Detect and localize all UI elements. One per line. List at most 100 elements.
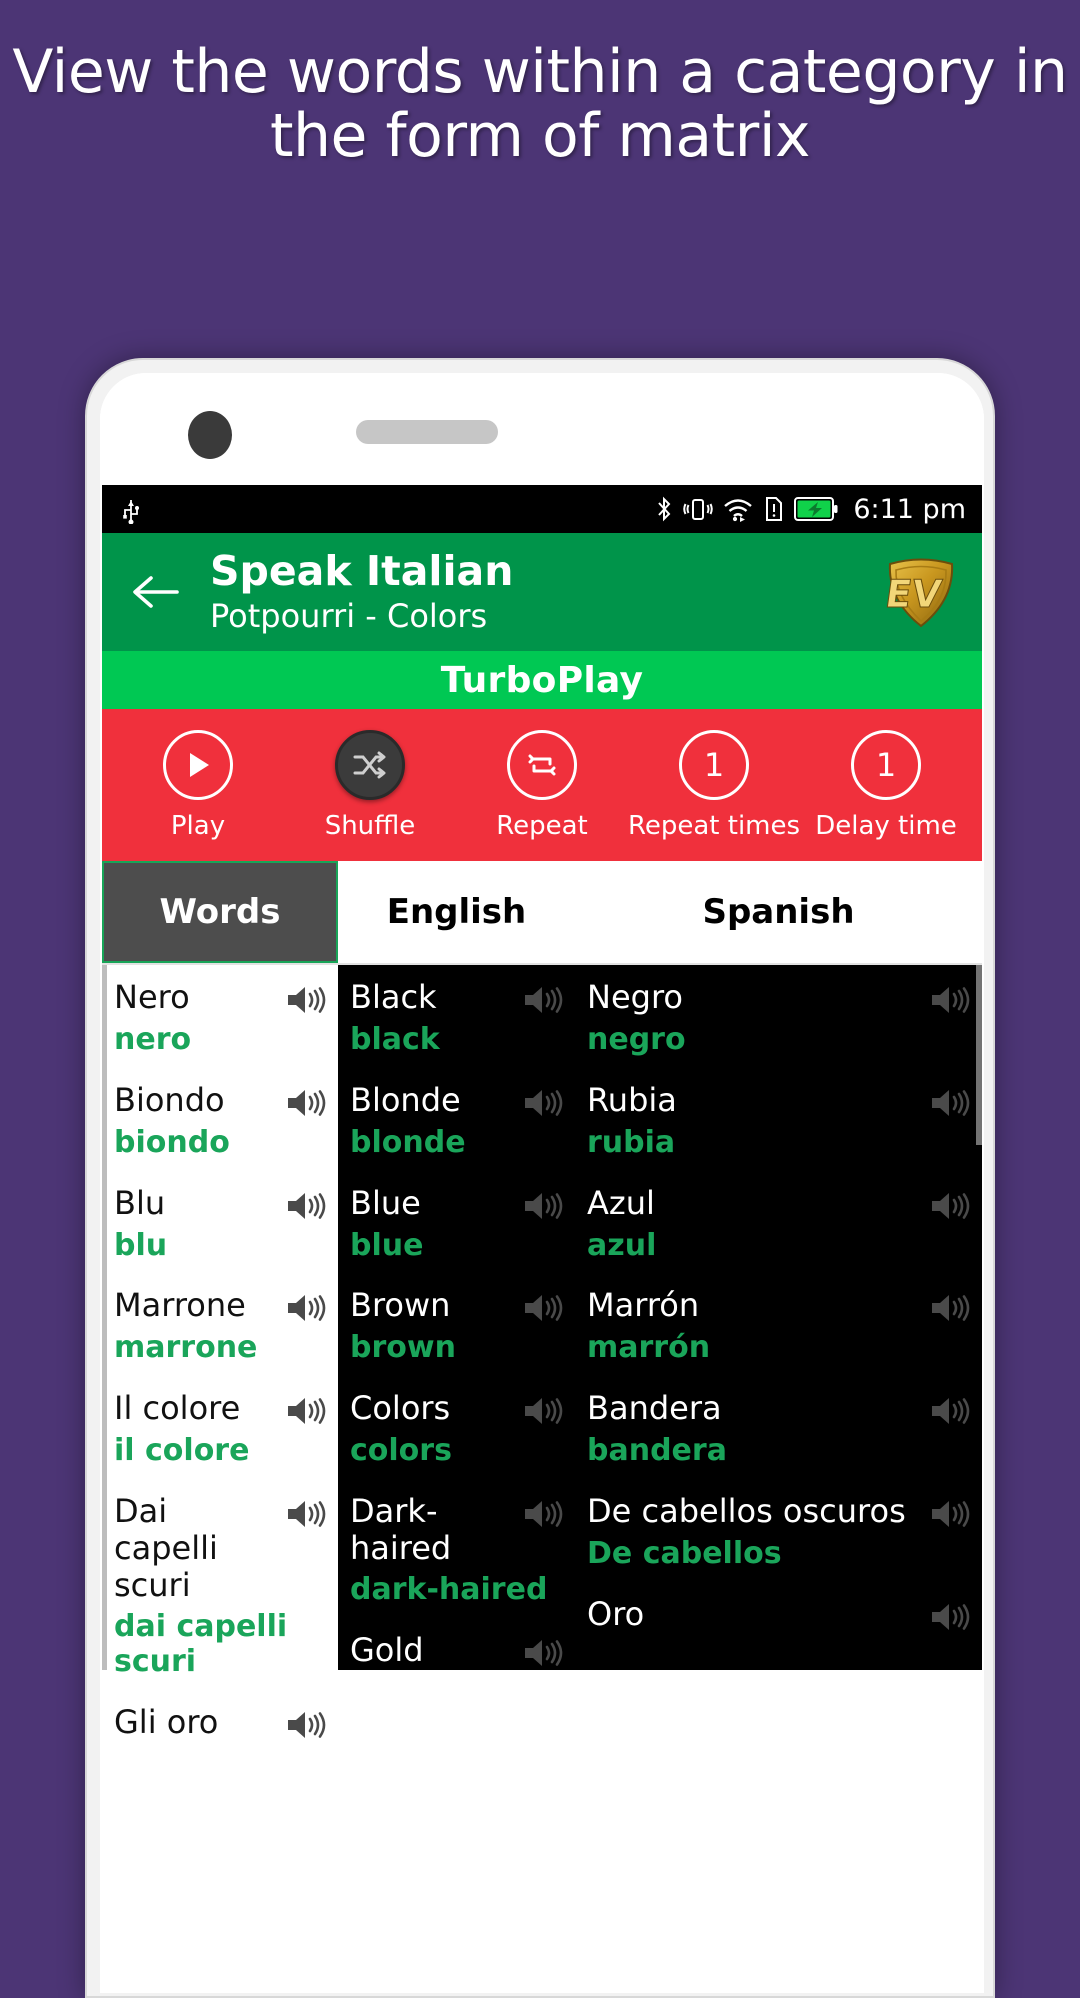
back-button[interactable] — [120, 573, 190, 611]
speaker-icon[interactable] — [928, 983, 970, 1017]
matrix-cell[interactable]: Gli oro — [102, 1690, 338, 1752]
cell-transliteration: black — [350, 1022, 440, 1057]
cell-transliteration: negro — [587, 1022, 686, 1057]
play-icon-circle — [163, 729, 233, 800]
repeat-times-value: 1 — [679, 729, 749, 800]
play-button[interactable]: Play — [123, 729, 273, 841]
speaker-icon[interactable] — [284, 1497, 326, 1531]
svg-text:EV: EV — [884, 573, 944, 617]
matrix-cell[interactable]: Gold — [338, 1618, 575, 1680]
delay-time-button[interactable]: 1 Delay time — [811, 729, 961, 841]
app-bar-titles: Speak Italian Potpourri - Colors — [190, 546, 884, 635]
cell-transliteration: marrone — [114, 1330, 258, 1366]
matrix-cell[interactable]: Blue blue — [338, 1171, 575, 1274]
speaker-icon[interactable] — [928, 1291, 970, 1325]
turboplay-bar[interactable]: TurboPlay — [102, 651, 982, 709]
speaker-icon[interactable] — [284, 1394, 326, 1428]
speaker-icon[interactable] — [284, 1708, 326, 1742]
cell-transliteration: dai capelli scuri — [114, 1609, 288, 1680]
cell-term: Black — [350, 978, 437, 1016]
phone-inner-frame: 6:11 pm Speak Italian Potpourri - Colors — [100, 373, 984, 1993]
cell-transliteration: biondo — [114, 1124, 230, 1160]
speaker-icon[interactable] — [928, 1497, 970, 1531]
cell-term: Rubia — [587, 1080, 677, 1119]
cell-term: Brown — [350, 1286, 451, 1325]
word-matrix: Nero nero Biondo biondo Blu blu Marrone marrone… — [102, 965, 982, 1741]
ev-logo-icon[interactable]: EV — [882, 554, 958, 630]
speaker-icon[interactable] — [521, 1497, 563, 1531]
matrix-cell[interactable]: Blonde blonde — [338, 1068, 575, 1171]
speaker-icon[interactable] — [521, 1189, 563, 1223]
speaker-icon[interactable] — [928, 1394, 970, 1428]
matrix-cell[interactable]: Oro — [575, 1582, 982, 1644]
matrix-cell[interactable]: Nero nero — [102, 965, 338, 1068]
cell-transliteration: bandera — [587, 1433, 727, 1469]
matrix-cell[interactable]: Colors colors — [338, 1376, 575, 1479]
app-bar: Speak Italian Potpourri - Colors EV — [102, 533, 982, 651]
cell-transliteration: De cabellos — [587, 1535, 782, 1571]
matrix-cell[interactable]: Dark-haired dark-haired — [338, 1479, 575, 1618]
matrix-cell[interactable]: Marrón marrón — [575, 1273, 982, 1376]
english-column[interactable]: Black black Blonde blonde Blue blue Brown brown… — [338, 965, 575, 1670]
speaker-icon[interactable] — [521, 1394, 563, 1428]
shuffle-label: Shuffle — [324, 810, 416, 841]
matrix-cell[interactable]: Black black — [338, 965, 575, 1068]
speaker-icon[interactable] — [928, 1600, 970, 1634]
speaker-icon[interactable] — [521, 1636, 563, 1670]
shuffle-button[interactable]: Shuffle — [295, 729, 445, 841]
cell-term: De cabellos oscuros — [587, 1491, 906, 1530]
cell-term: Blu — [114, 1183, 166, 1222]
cell-term: Il colore — [114, 1389, 241, 1428]
matrix-cell[interactable]: Brown brown — [338, 1273, 575, 1376]
cell-term: Colors — [350, 1389, 451, 1428]
usb-icon — [120, 494, 142, 524]
cell-transliteration: il colore — [114, 1433, 250, 1469]
matrix-cell[interactable]: Biondo biondo — [102, 1068, 338, 1171]
cell-term: Marrone — [114, 1286, 246, 1325]
speaker-icon[interactable] — [521, 1086, 563, 1120]
tab-english[interactable]: English — [338, 861, 575, 963]
matrix-cell[interactable]: Dai capelli scuri dai capelli scuri — [102, 1479, 338, 1690]
cell-transliteration: dark-haired — [350, 1572, 548, 1608]
words-column[interactable]: Nero nero Biondo biondo Blu blu Marrone marrone… — [102, 965, 982, 1741]
tab-spanish[interactable]: Spanish — [575, 861, 982, 963]
speaker-icon[interactable] — [521, 983, 563, 1017]
status-bar-left — [120, 494, 142, 524]
speaker-icon[interactable] — [284, 1291, 326, 1325]
matrix-cell[interactable]: Bandera bandera — [575, 1376, 982, 1479]
cell-term: Bandera — [587, 1389, 722, 1428]
wifi-icon — [722, 494, 754, 524]
matrix-cell[interactable]: Azul azul — [575, 1171, 982, 1274]
spanish-column[interactable]: Negro negro Rubia rubia Azul azul Marrón marrón… — [575, 965, 982, 1670]
repeat-button[interactable]: Repeat — [467, 729, 617, 841]
matrix-cell[interactable]: Rubia rubia — [575, 1068, 982, 1171]
matrix-cell[interactable]: Il colore il colore — [102, 1376, 338, 1479]
repeat-times-button[interactable]: 1 Repeat times — [628, 729, 800, 841]
cell-term: Gli oro — [114, 1702, 219, 1741]
phone-top-bezel — [100, 373, 984, 485]
speaker-icon[interactable] — [928, 1189, 970, 1223]
speaker-icon[interactable] — [284, 1189, 326, 1223]
cell-transliteration: brown — [350, 1330, 456, 1366]
vibrate-icon — [683, 494, 714, 524]
speaker-icon[interactable] — [284, 983, 326, 1017]
matrix-cell[interactable]: Marrone marrone — [102, 1273, 338, 1376]
phone-screen: 6:11 pm Speak Italian Potpourri - Colors — [102, 485, 982, 1993]
matrix-cell[interactable]: De cabellos oscuros De cabellos — [575, 1479, 982, 1582]
speaker-icon[interactable] — [284, 1086, 326, 1120]
page-subtitle: Potpourri - Colors — [210, 596, 488, 635]
speaker-icon[interactable] — [928, 1086, 970, 1120]
speaker-icon[interactable] — [521, 1291, 563, 1325]
tab-words[interactable]: Words — [102, 861, 338, 963]
cell-transliteration: blu — [114, 1227, 168, 1263]
page-title: Speak Italian — [210, 546, 514, 595]
translation-columns: Black black Blonde blonde Blue blue Brown brown… — [338, 965, 982, 1670]
cell-transliteration: nero — [114, 1022, 192, 1057]
repeat-icon-circle — [507, 729, 577, 800]
matrix-cell[interactable]: Blu blu — [102, 1171, 338, 1274]
matrix-cell[interactable]: Negro negro — [575, 965, 982, 1068]
turboplay-label: TurboPlay — [440, 659, 644, 701]
cell-transliteration: blonde — [350, 1124, 466, 1160]
cell-term: Oro — [587, 1594, 645, 1633]
promo-headline: View the words within a category in the … — [12, 37, 1068, 172]
